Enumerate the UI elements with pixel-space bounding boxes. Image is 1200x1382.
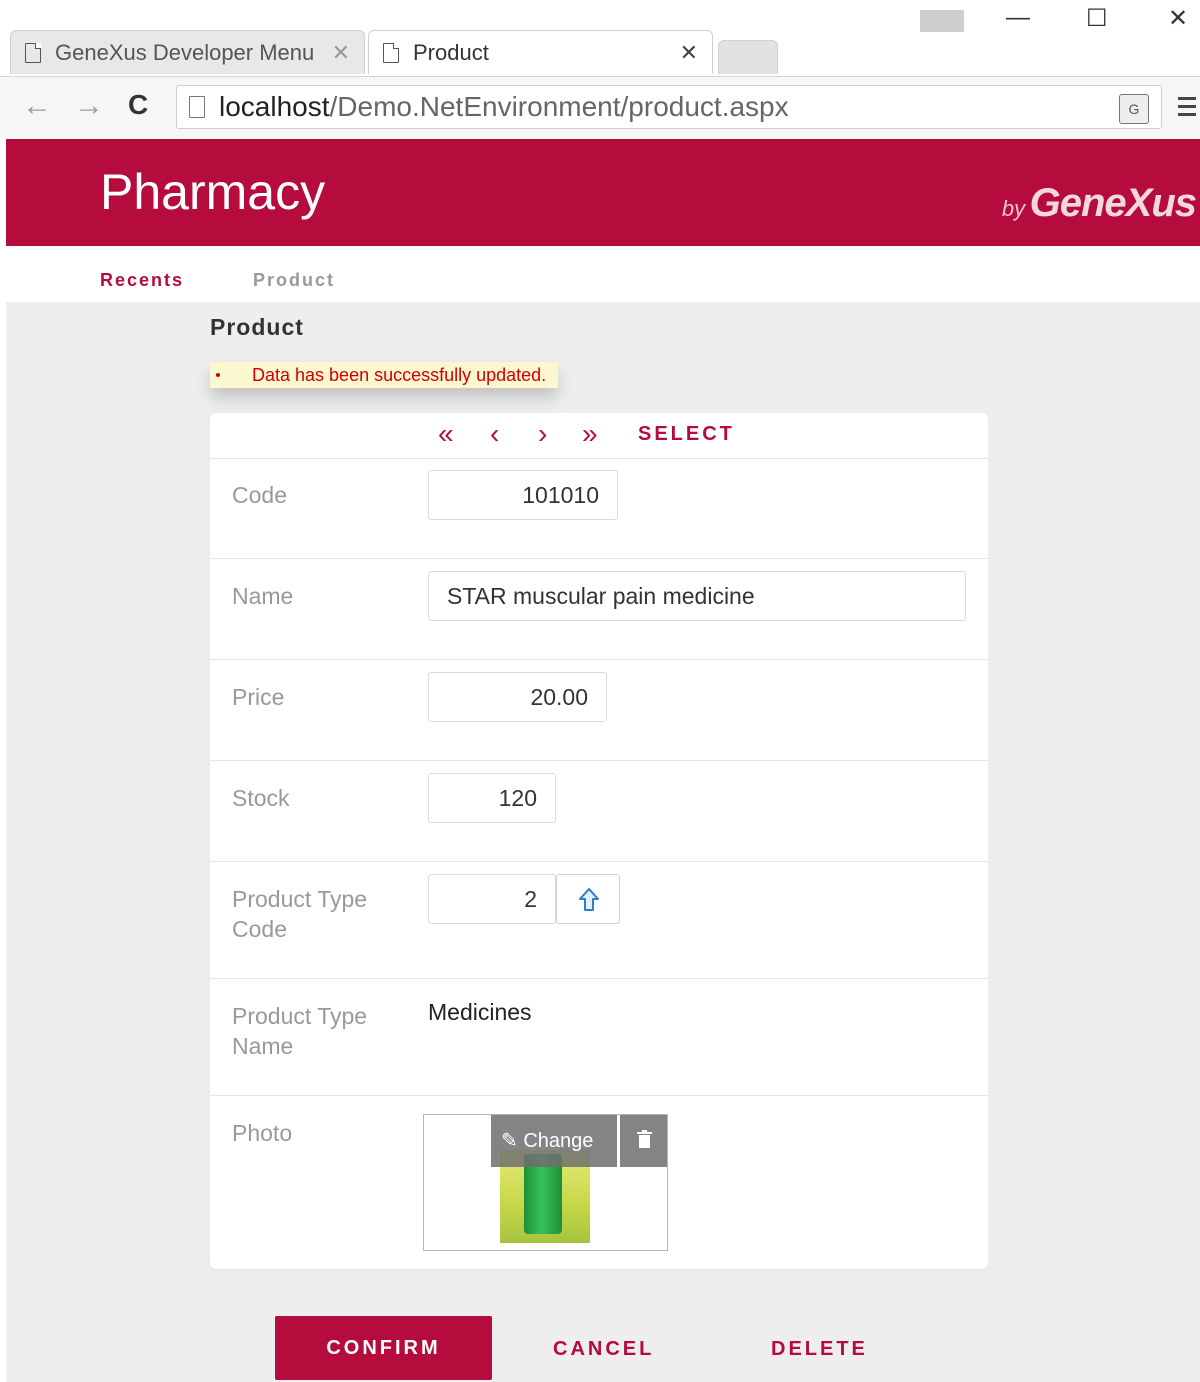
page-icon (189, 96, 205, 118)
page-icon (25, 42, 41, 63)
tab-close-icon[interactable]: ✕ (332, 40, 350, 66)
name-field[interactable]: STAR muscular pain medicine (428, 571, 966, 621)
user-profile-icon[interactable] (920, 10, 964, 32)
success-message: Data has been successfully updated. (210, 362, 558, 388)
app-header: Pharmacy by GeneXus (6, 139, 1200, 246)
up-arrow-icon (579, 888, 599, 911)
price-label: Price (232, 684, 285, 710)
code-field[interactable]: 101010 (428, 470, 618, 520)
tab-title: Product (413, 39, 489, 65)
stock-label-text: Stock (232, 785, 290, 811)
genexus-logo: by GeneXus (1001, 181, 1197, 226)
price-field[interactable]: 20.00 (428, 672, 607, 722)
breadcrumb-recents[interactable]: Recents (100, 270, 184, 291)
next-record-icon[interactable]: › (538, 419, 547, 449)
stock-field[interactable]: 120 (428, 773, 556, 823)
select-link[interactable]: SELECT (638, 423, 735, 446)
tab-product[interactable]: Product ✕ (368, 30, 713, 74)
app-title: Pharmacy (100, 164, 326, 220)
last-record-icon[interactable]: » (582, 419, 598, 449)
form-row-price: Price 20.00 (210, 660, 988, 761)
form-row-stock: Stock 120 (210, 761, 988, 862)
form-row-name: Name STAR muscular pain medicine (210, 559, 988, 660)
url-input[interactable]: localhost/Demo.NetEnvironment/product.as… (176, 85, 1162, 129)
translate-icon[interactable]: G (1119, 94, 1149, 124)
cancel-button[interactable]: CANCEL (553, 1338, 654, 1361)
product-type-code-label: Product Type Code (232, 884, 392, 944)
tab-close-icon[interactable]: ✕ (680, 40, 698, 66)
forward-icon[interactable]: → (74, 89, 104, 123)
product-type-code-label-line1: Product Type (232, 886, 368, 912)
prompt-button[interactable] (556, 874, 620, 924)
delete-button[interactable]: DELETE (771, 1338, 868, 1361)
stock-label: Stock (232, 783, 392, 813)
browser-tab-strip: GeneXus Developer Menu ✕ Product ✕ — ☐ ✕ (0, 0, 1200, 76)
name-label: Name (232, 583, 294, 609)
menu-icon[interactable] (1178, 97, 1196, 121)
address-bar-row: ← → C localhost/Demo.NetEnvironment/prod… (0, 76, 1200, 139)
reload-icon[interactable]: C (128, 89, 148, 121)
url-path: /Demo.NetEnvironment/product.aspx (329, 91, 789, 122)
brand-by: by (1001, 196, 1026, 221)
code-label: Code (232, 482, 287, 508)
bullet-icon (216, 373, 220, 377)
url-host: localhost (219, 91, 330, 122)
previous-record-icon[interactable]: ‹ (490, 419, 499, 449)
brand-name: GeneXus (1029, 181, 1197, 225)
product-type-code-field[interactable]: 2 (428, 874, 556, 924)
product-type-code-label-line2: Code (232, 916, 287, 942)
new-tab-button[interactable] (718, 40, 778, 74)
product-type-name-label: Product Type Name (232, 1001, 392, 1061)
tab-title: GeneXus Developer Menu (55, 39, 315, 65)
tab-genexus-developer-menu[interactable]: GeneXus Developer Menu ✕ (10, 30, 365, 74)
success-message-text: Data has been successfully updated. (252, 365, 547, 385)
delete-photo-button[interactable] (620, 1115, 667, 1167)
confirm-button[interactable]: CONFIRM (275, 1316, 492, 1380)
product-type-name-label-line1: Product Type (232, 1003, 368, 1029)
close-window-icon[interactable]: ✕ (1168, 4, 1188, 33)
product-type-name-value: Medicines (428, 999, 532, 1025)
form-row-product-type-code: Product Type Code 2 (210, 862, 988, 979)
form-row-photo: Photo ✎ Change (210, 1096, 988, 1269)
product-form-card: « ‹ › » SELECT Code 101010 Name STAR mus… (210, 413, 988, 1269)
trash-icon (637, 1130, 652, 1148)
page-icon (383, 42, 399, 63)
form-row-code: Code 101010 (210, 458, 988, 559)
main-content: Product Data has been successfully updat… (6, 302, 1200, 1382)
pencil-icon: ✎ (501, 1130, 524, 1152)
page-title: Product (210, 314, 304, 340)
back-icon[interactable]: ← (22, 89, 52, 123)
breadcrumb: Recents Product (6, 246, 1200, 302)
minimize-icon[interactable]: — (1006, 4, 1030, 32)
first-record-icon[interactable]: « (438, 419, 454, 449)
change-photo-label: Change (523, 1130, 594, 1152)
photo-label: Photo (232, 1120, 293, 1146)
breadcrumb-current: Product (253, 270, 336, 290)
maximize-icon[interactable]: ☐ (1086, 4, 1108, 33)
record-navigation: « ‹ › » SELECT (210, 413, 988, 459)
form-row-product-type-name: Product Type Name Medicines (210, 979, 988, 1096)
change-photo-button[interactable]: ✎ Change (491, 1115, 617, 1167)
photo-field[interactable]: ✎ Change (423, 1114, 668, 1251)
product-type-name-label-line2: Name (232, 1033, 294, 1059)
